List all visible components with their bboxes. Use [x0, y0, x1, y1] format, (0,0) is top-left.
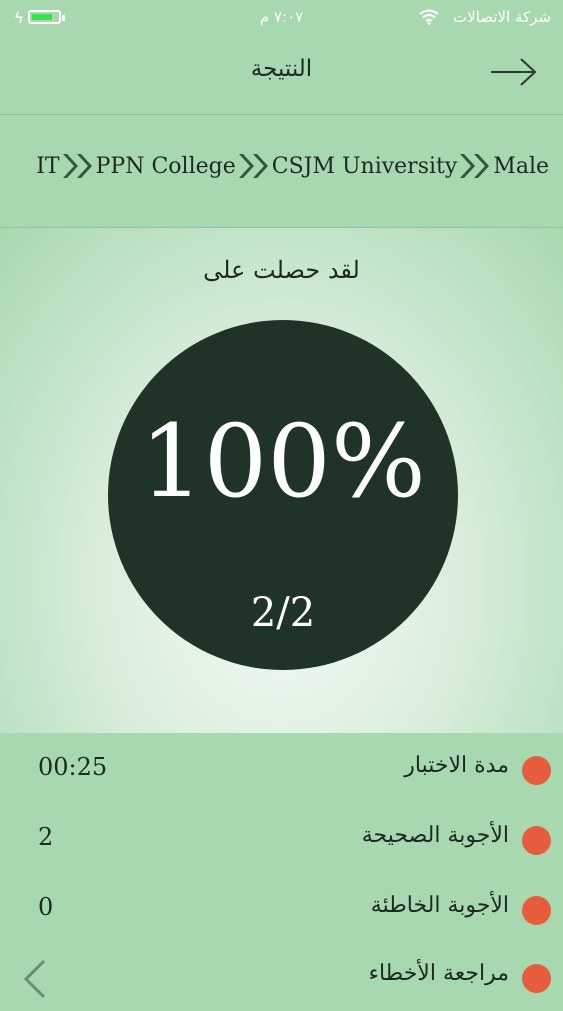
- result-heading: لقد حصلت على: [203, 256, 360, 284]
- score-fraction: 2/2: [250, 590, 316, 636]
- breadcrumb-item[interactable]: IT: [36, 154, 59, 179]
- stat-row-wrong: الأجوبة الخاطئة 0: [0, 873, 563, 943]
- breadcrumb-item[interactable]: Male: [493, 154, 549, 179]
- status-dot-icon: [522, 964, 551, 993]
- status-dot-icon: [522, 826, 551, 855]
- stat-value: 00:25: [38, 753, 108, 781]
- stat-value: 0: [38, 893, 54, 921]
- charging-icon: ϟ: [14, 9, 24, 27]
- stat-label: مراجعة الأخطاء: [368, 961, 509, 986]
- chevron-right-icon: [61, 153, 95, 179]
- score-panel: لقد حصلت على 100% 2/2: [0, 228, 563, 733]
- stat-label: الأجوبة الصحيحة: [361, 823, 509, 848]
- stat-row-duration: مدة الاختبار 00:25: [0, 733, 563, 803]
- stat-label: مدة الاختبار: [404, 753, 509, 778]
- stat-row-correct: الأجوبة الصحيحة 2: [0, 803, 563, 873]
- stats-list: مدة الاختبار 00:25 الأجوبة الصحيحة 2 الأ…: [0, 733, 563, 1000]
- review-mistakes-row[interactable]: مراجعة الأخطاء: [0, 941, 563, 1011]
- navigation-bar: النتيجة: [0, 38, 563, 115]
- back-arrow-icon[interactable]: [489, 54, 539, 90]
- breadcrumb-item[interactable]: PPN College: [96, 154, 236, 179]
- chevron-left-icon[interactable]: [20, 958, 50, 1000]
- score-circle: 100% 2/2: [108, 320, 458, 670]
- stat-value: 2: [38, 823, 54, 851]
- status-dot-icon: [522, 896, 551, 925]
- battery-icon: ϟ: [14, 9, 65, 27]
- page-title: النتيجة: [250, 56, 313, 82]
- status-time: ٧:٠٧ م: [259, 8, 304, 26]
- score-percent: 100%: [140, 403, 426, 520]
- breadcrumb: IT PPN College CSJM University Male: [0, 115, 563, 228]
- status-bar: شركة الاتصالات ٧:٠٧ م ϟ: [0, 0, 563, 38]
- status-dot-icon: [522, 756, 551, 785]
- chevron-right-icon: [458, 153, 492, 179]
- stat-label: الأجوبة الخاطئة: [370, 893, 509, 918]
- chevron-right-icon: [237, 153, 271, 179]
- breadcrumb-item[interactable]: CSJM University: [272, 154, 458, 179]
